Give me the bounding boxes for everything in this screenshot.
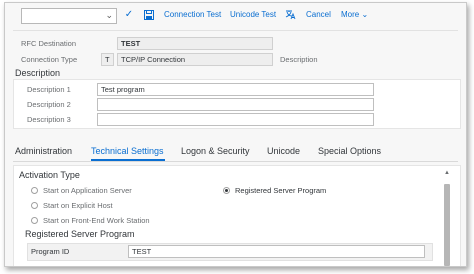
radio-start-app-server-label: Start on Application Server [43, 186, 132, 195]
rfc-destination-value: TEST [117, 37, 273, 50]
scroll-up-icon[interactable]: ▲ [443, 170, 451, 176]
registered-server-title: Registered Server Program [25, 229, 135, 239]
unicode-test-button[interactable]: Unicode Test [230, 8, 276, 22]
chevron-down-icon: ⌄ [361, 10, 369, 19]
radio-start-app-server[interactable] [31, 187, 38, 194]
translate-icon[interactable] [284, 8, 296, 22]
description-3-label: Description 3 [27, 115, 71, 124]
connection-type-code: T [101, 53, 114, 66]
more-label: More [341, 10, 360, 19]
radio-registered-server[interactable] [223, 187, 230, 194]
program-id-input[interactable]: TEST [128, 245, 425, 258]
description-2-label: Description 2 [27, 100, 71, 109]
description-1-label: Description 1 [27, 85, 71, 94]
description-section-title: Description [15, 68, 61, 78]
connection-description-label: Description [280, 55, 318, 64]
toolbar: ⌄ ✓ Connection Test Unicode Test Cancel … [5, 3, 466, 27]
radio-registered-server-label: Registered Server Program [235, 186, 327, 195]
tab-technical-settings[interactable]: Technical Settings [91, 146, 164, 156]
description-1-input[interactable]: Test program [97, 83, 374, 96]
tab-unicode[interactable]: Unicode [267, 146, 300, 156]
rfc-destination-label: RFC Destination [21, 39, 77, 48]
chevron-down-icon: ⌄ [105, 10, 113, 20]
tab-special-options[interactable]: Special Options [318, 146, 381, 156]
checkmark-icon[interactable]: ✓ [123, 8, 135, 22]
toolbar-separator [13, 30, 458, 31]
radio-explicit-host-label: Start on Explicit Host [43, 201, 113, 210]
vertical-scrollbar[interactable]: ▲ [443, 170, 451, 266]
description-2-input[interactable] [97, 98, 374, 111]
radio-frontend-workstation[interactable] [31, 217, 38, 224]
connection-type-label: Connection Type [21, 55, 78, 64]
scrollbar-thumb[interactable] [444, 184, 450, 266]
cancel-button[interactable]: Cancel [306, 8, 331, 22]
more-button[interactable]: More ⌄ [341, 8, 368, 22]
connection-type-value: TCP/IP Connection [117, 53, 273, 66]
save-icon[interactable] [143, 8, 155, 22]
activation-type-title: Activation Type [19, 170, 80, 180]
connection-test-button[interactable]: Connection Test [164, 8, 221, 22]
toolbar-select[interactable]: ⌄ [21, 8, 117, 24]
tab-administration[interactable]: Administration [15, 146, 72, 156]
program-id-label: Program ID [31, 247, 70, 256]
radio-frontend-workstation-label: Start on Front-End Work Station [43, 216, 150, 225]
tab-bar-divider [13, 161, 458, 162]
description-3-input[interactable] [97, 113, 374, 126]
rfc-destination-window: ⌄ ✓ Connection Test Unicode Test Cancel … [4, 2, 467, 267]
radio-explicit-host[interactable] [31, 202, 38, 209]
tab-logon-security[interactable]: Logon & Security [181, 146, 250, 156]
